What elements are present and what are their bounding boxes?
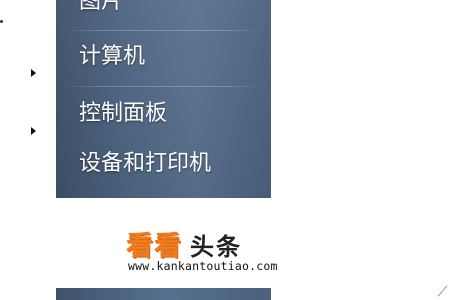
watermark: 看看 头条 www.kankantoutiao.com xyxy=(126,224,326,284)
menu-item-label: 设备和打印机 xyxy=(79,151,212,176)
submenu-arrow-icon[interactable] xyxy=(31,127,36,135)
menu-separator xyxy=(62,86,265,87)
menu-item-devices-and-printers[interactable]: 设备和打印机 xyxy=(56,150,271,178)
corner-mark xyxy=(437,280,450,300)
submenu-arrow-icon[interactable] xyxy=(31,69,36,77)
menu-item-label: 图片 xyxy=(79,0,124,14)
edge-mark xyxy=(0,20,3,23)
menu-item-pictures[interactable]: 图片 xyxy=(56,0,271,16)
start-menu-pane-fragment xyxy=(56,288,271,300)
start-menu-right-pane: 图片 计算机 控制面板 设备和打印机 xyxy=(56,0,271,198)
watermark-url: www.kankantoutiao.com xyxy=(128,259,278,273)
menu-item-control-panel[interactable]: 控制面板 xyxy=(56,100,271,128)
menu-item-computer[interactable]: 计算机 xyxy=(56,43,271,71)
menu-item-label: 计算机 xyxy=(79,44,146,69)
watermark-suffix: 头条 xyxy=(190,233,242,261)
watermark-brand: 看看 xyxy=(126,231,182,262)
menu-separator xyxy=(62,30,265,31)
menu-item-label: 控制面板 xyxy=(79,101,168,126)
watermark-logo: 看看 头条 xyxy=(126,224,242,263)
